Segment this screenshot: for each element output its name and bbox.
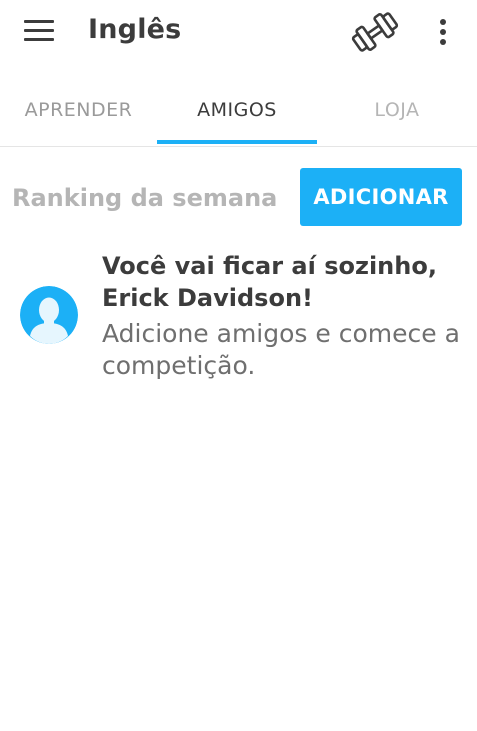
add-friends-button[interactable]: ADICIONAR: [300, 168, 462, 226]
tab-amigos[interactable]: AMIGOS: [157, 74, 317, 146]
tab-bar: APRENDER AMIGOS LOJA: [0, 74, 477, 147]
more-vert-icon[interactable]: [436, 18, 450, 46]
tab-loja[interactable]: LOJA: [317, 74, 477, 146]
empty-state-message: Adicione amigos e comece a competição.: [102, 318, 470, 382]
empty-state-heading: Você vai ficar aí sozinho, Erick Davidso…: [102, 250, 462, 314]
menu-icon[interactable]: [24, 20, 54, 42]
page-title: Inglês: [88, 14, 182, 45]
message-line-1: Adicione amigos e comece a: [102, 319, 460, 348]
avatar: [20, 286, 78, 344]
ranking-title: Ranking da semana: [12, 184, 278, 212]
selected-tab-indicator: [157, 140, 317, 144]
tab-aprender[interactable]: APRENDER: [0, 74, 157, 146]
message-line-2: competição.: [102, 351, 256, 380]
heading-line-2: Erick Davidson!: [102, 284, 313, 312]
dumbbell-icon[interactable]: [350, 10, 400, 54]
heading-line-1: Você vai ficar aí sozinho,: [102, 252, 437, 280]
app-bar: Inglês: [0, 0, 477, 64]
